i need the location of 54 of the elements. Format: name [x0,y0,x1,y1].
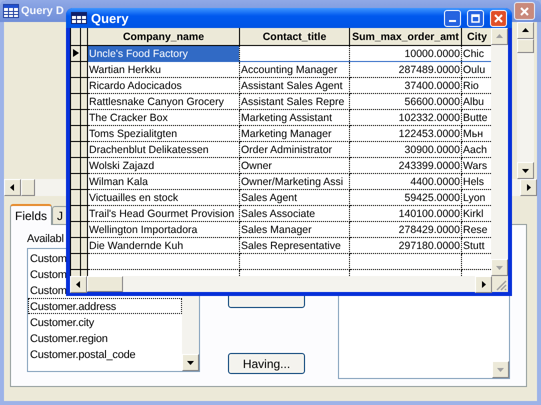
table-cell: Uncle's Food Factory [88,46,240,62]
table-cell: Die Wandernde Kuh [88,238,240,254]
table-cell: Kirkl [462,206,491,222]
table-cell: The Cracker Box [88,110,240,126]
table-cell: 243399.0000 [350,158,462,174]
table-cell: Ricardo Adocicados [88,78,240,94]
table-cell: Wars [462,158,491,174]
table-cell: Rese [462,222,491,238]
table-cell: 122453.0000 [350,126,462,142]
table-cell: Stutt [462,238,491,254]
table-cell: Assistant Sales Agent [240,78,350,94]
table-cell: 56600.0000 [350,94,462,110]
table-cell: Sales Representative [240,238,350,254]
table-cell: Assistant Sales Repre [240,94,350,110]
table-cell: Hels [462,174,491,190]
table-cell: Wolski Zajazd [88,158,240,174]
table-cell: 140100.0000 [350,206,462,222]
table-cell: Sales Manager [240,222,350,238]
table-cell: Wilman Kala [88,174,240,190]
table-cell: 102332.0000 [350,110,462,126]
table-cell: Trail's Head Gourmet Provision [88,206,240,222]
table-cell: Order Administrator [240,142,350,158]
table-cell: Wartian Herkku [88,62,240,78]
table-cell: 37400.0000 [350,78,462,94]
table-cell: Wellington Importadora [88,222,240,238]
table-cell: Rattlesnake Canyon Grocery [88,94,240,110]
table-cell: 278429.0000 [350,222,462,238]
window-title: Query [91,10,129,26]
table-cell: Accounting Manager [240,62,350,78]
table-cell: 4400.0000 [350,174,462,190]
field-label: Availabl [27,233,64,247]
table-cell: Rio [462,78,491,94]
table-cell: Oulu [462,62,491,78]
table-cell: Drachenblut Delikatessen [88,142,240,158]
table-cell: Owner [240,158,350,174]
table-cell: Victuailles en stock [88,190,240,206]
table-cell: Мьн [462,126,491,142]
table-cell: Marketing Manager [240,126,350,142]
table-cell: Sales Agent [240,190,350,206]
window-title: Query D [21,5,64,17]
table-cell: Lyon [462,190,491,206]
table-cell: Butte [462,110,491,126]
table-cell: Sales Associate [240,206,350,222]
table-cell: Chic [462,46,491,62]
table-cell: Owner/Marketing Assi [240,174,350,190]
table-cell: Aach [462,142,491,158]
table-cell: 59425.0000 [350,190,462,206]
table-cell: 10000.0000 [350,46,462,62]
table-cell: Toms Spezialitgten [88,126,240,142]
table-cell: 30900.0000 [350,142,462,158]
table-cell: Albu [462,94,491,110]
table-cell: 287489.0000 [350,62,462,78]
table-cell: 297180.0000 [350,238,462,254]
table-cell: Marketing Assistant [240,110,350,126]
